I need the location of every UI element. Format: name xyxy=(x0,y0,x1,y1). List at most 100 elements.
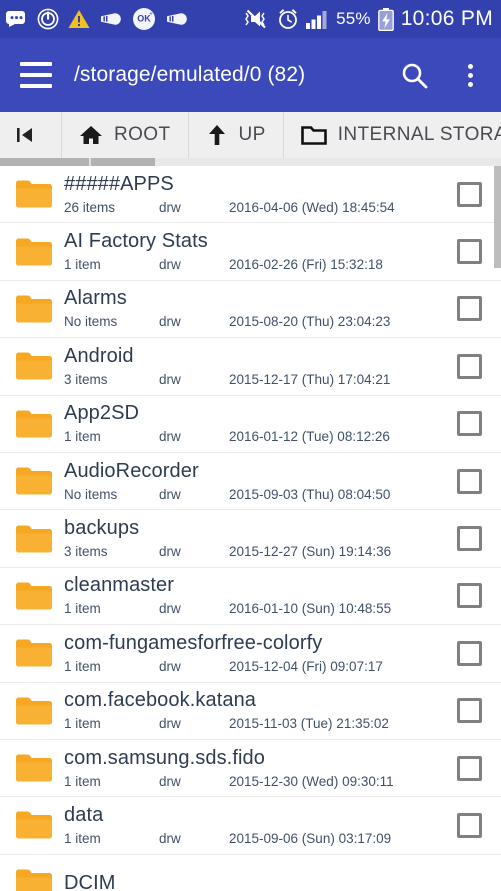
horizontal-scrollbar-thumb[interactable] xyxy=(0,158,155,166)
file-select-checkbox[interactable] xyxy=(449,812,489,838)
file-permissions: drw xyxy=(159,371,181,387)
file-modified-date: 2016-04-06 (Wed) 18:45:54 xyxy=(229,199,395,215)
hamburger-icon[interactable] xyxy=(20,62,52,88)
file-permissions: drw xyxy=(159,314,181,330)
file-permissions: drw xyxy=(159,486,181,502)
file-item-count: No items xyxy=(64,486,118,502)
file-name: com-fungamesforfree-colorfy xyxy=(64,631,323,654)
file-permissions: drw xyxy=(159,773,181,789)
checkbox[interactable] xyxy=(456,468,482,494)
warning-icon xyxy=(68,9,90,29)
file-permissions: drw xyxy=(159,716,181,732)
file-row-main: AudioRecorder No items drw 2015-09-03 (Thu)… xyxy=(56,459,449,504)
table-row[interactable]: cleanmaster 1 item drw 2016-01-10 (Sun) 10:… xyxy=(0,567,501,626)
file-name: AI Factory Stats xyxy=(64,230,208,253)
table-row[interactable]: data 1 item drw 2015-09-06 (Sun) 03:17:09 xyxy=(0,797,501,855)
folder-icon xyxy=(12,524,56,554)
file-select-checkbox[interactable] xyxy=(449,468,489,494)
file-name: data xyxy=(64,803,104,826)
checkbox[interactable] xyxy=(456,640,482,666)
file-select-checkbox[interactable] xyxy=(449,640,489,666)
table-row[interactable]: Alarms No items drw 2015-08-20 (Thu) 23:04:… xyxy=(0,280,501,339)
alarm-icon xyxy=(277,8,299,30)
file-row-main: Alarms No items drw 2015-08-20 (Thu) 23:04:… xyxy=(56,286,449,331)
file-list-container: #####APPS 26 items drw 2016-04-06 (Wed) 18:… xyxy=(0,166,501,891)
file-item-count: 1 item xyxy=(64,658,101,674)
table-row[interactable]: backups 3 items drw 2015-12-27 (Sun) 19:14:… xyxy=(0,510,501,568)
checkbox[interactable] xyxy=(456,353,482,379)
checkbox[interactable] xyxy=(456,296,482,322)
file-name: cleanmaster xyxy=(64,574,175,597)
table-row[interactable]: #####APPS 26 items drw 2016-04-06 (Wed) 18:… xyxy=(0,166,501,224)
checkbox[interactable] xyxy=(456,812,482,838)
table-row[interactable]: com.samsung.sds.fido 1 item drw 2015-12-30 … xyxy=(0,739,501,798)
table-row[interactable]: DCIM xyxy=(0,854,501,891)
checkbox[interactable] xyxy=(456,181,482,207)
status-bar-left-icons: OK + xyxy=(6,7,189,31)
file-permissions: drw xyxy=(159,830,181,846)
table-row[interactable]: App2SD 1 item drw 2016-01-12 (Tue) 08:12:26 xyxy=(0,395,501,453)
file-select-checkbox[interactable] xyxy=(449,526,489,552)
nav-up-button[interactable]: UP xyxy=(188,112,284,158)
table-row[interactable]: com.facebook.katana 1 item drw 2015-11-03 (… xyxy=(0,682,501,740)
search-icon[interactable] xyxy=(397,58,431,92)
file-meta: 1 item drw 2015-12-04 (Fri) 09:07:17 xyxy=(64,657,449,676)
checkbox[interactable] xyxy=(456,526,482,552)
file-meta: 3 items drw 2015-12-27 (Sun) 19:14:36 xyxy=(64,542,449,561)
file-select-checkbox[interactable] xyxy=(449,583,489,609)
table-row[interactable]: AudioRecorder No items drw 2015-09-03 (Thu)… xyxy=(0,452,501,511)
svg-text:+: + xyxy=(149,12,153,18)
file-permissions: drw xyxy=(159,429,181,445)
file-permissions: drw xyxy=(159,601,181,617)
file-row-main: #####APPS 26 items drw 2016-04-06 (Wed) 18:… xyxy=(56,172,449,217)
file-modified-date: 2015-12-30 (Wed) 09:30:11 xyxy=(229,773,394,789)
file-select-checkbox[interactable] xyxy=(449,296,489,322)
file-item-count: 1 item xyxy=(64,257,101,273)
checkbox[interactable] xyxy=(456,698,482,724)
file-row-main: com.facebook.katana 1 item drw 2015-11-03 (… xyxy=(56,688,449,733)
file-select-checkbox[interactable] xyxy=(449,698,489,724)
file-select-checkbox[interactable] xyxy=(449,755,489,781)
file-select-checkbox[interactable] xyxy=(449,411,489,437)
file-modified-date: 2015-11-03 (Tue) 21:35:02 xyxy=(229,716,389,732)
table-row[interactable]: com-fungamesforfree-colorfy 1 item drw 2015… xyxy=(0,625,501,683)
file-item-count: 26 items xyxy=(64,199,116,215)
breadcrumb-bar[interactable]: ROOT UP INTERNAL STORAGE xyxy=(0,112,501,158)
checkbox[interactable] xyxy=(456,583,482,609)
checkbox[interactable] xyxy=(456,411,482,437)
folder-icon xyxy=(12,237,56,267)
file-meta: 1 item drw 2016-01-12 (Tue) 08:12:26 xyxy=(64,427,449,446)
file-meta: 1 item drw 2015-09-06 (Sun) 03:17:09 xyxy=(64,829,449,848)
folder-icon xyxy=(12,351,56,381)
vertical-scrollbar[interactable] xyxy=(494,166,501,891)
status-bar-right-icons: 55% 10:06 PM xyxy=(242,7,493,31)
folder-icon xyxy=(12,696,56,726)
checkbox[interactable] xyxy=(456,239,482,265)
file-item-count: 1 item xyxy=(64,601,101,617)
file-modified-date: 2015-08-20 (Thu) 23:04:23 xyxy=(229,314,391,330)
more-vertical-icon[interactable] xyxy=(453,58,487,92)
file-meta: No items drw 2015-08-20 (Thu) 23:04:23 xyxy=(64,312,449,331)
checkbox[interactable] xyxy=(456,755,482,781)
vertical-scrollbar-thumb[interactable] xyxy=(494,166,501,268)
table-row[interactable]: AI Factory Stats 1 item drw 2016-02-26 (Fri… xyxy=(0,223,501,281)
mute-vibrate-icon xyxy=(242,8,270,30)
breadcrumb: ROOT UP INTERNAL STORAGE xyxy=(0,112,501,166)
nav-first-button[interactable] xyxy=(0,112,62,158)
sidebar-item-root[interactable]: ROOT xyxy=(62,112,189,158)
folder-icon xyxy=(12,179,56,209)
file-select-checkbox[interactable] xyxy=(449,239,489,265)
file-modified-date: 2015-09-03 (Thu) 08:04:50 xyxy=(229,486,391,502)
file-permissions: drw xyxy=(159,199,181,215)
file-name: #####APPS xyxy=(64,172,174,195)
ok-badge-icon: OK + xyxy=(132,7,156,31)
nav-internal-storage-button[interactable]: INTERNAL STORAGE xyxy=(283,112,501,158)
nav-up-label: UP xyxy=(238,124,266,145)
usb-debug-icon xyxy=(99,12,123,26)
file-name: App2SD xyxy=(64,402,140,425)
horizontal-scrollbar[interactable] xyxy=(0,158,501,166)
file-select-checkbox[interactable] xyxy=(449,353,489,379)
table-row[interactable]: Android 3 items drw 2015-12-17 (Thu) 17:04:… xyxy=(0,338,501,396)
file-select-checkbox[interactable] xyxy=(449,181,489,207)
app-bar: /storage/emulated/0 (82) xyxy=(0,38,501,112)
